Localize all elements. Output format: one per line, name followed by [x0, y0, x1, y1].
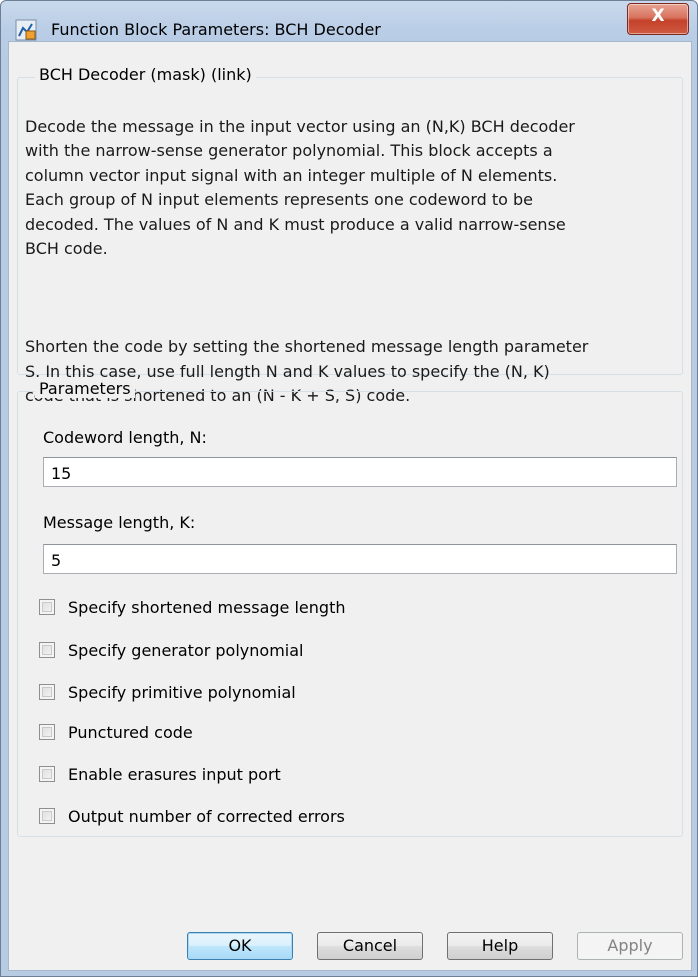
- cancel-button[interactable]: Cancel: [317, 932, 423, 960]
- block-description: Decode the message in the input vector u…: [25, 90, 685, 409]
- close-button[interactable]: X: [627, 3, 689, 35]
- punctured-code-option[interactable]: Punctured code: [39, 723, 639, 745]
- corrected-errors-output-label[interactable]: Output number of corrected errors: [68, 807, 345, 826]
- generator-polynomial-label[interactable]: Specify generator polynomial: [68, 641, 303, 660]
- simulink-block-icon: [15, 19, 37, 41]
- message-length-label: Message length, K:: [43, 513, 196, 532]
- corrected-errors-output-checkbox[interactable]: [39, 808, 55, 824]
- punctured-code-checkbox[interactable]: [39, 724, 55, 740]
- erasures-input-port-checkbox[interactable]: [39, 766, 55, 782]
- primitive-polynomial-checkbox[interactable]: [39, 684, 55, 700]
- parameters-group-title: Parameters: [35, 379, 135, 398]
- erasures-input-port-label[interactable]: Enable erasures input port: [68, 765, 281, 784]
- dialog-window: Function Block Parameters: BCH Decoder X…: [0, 0, 698, 977]
- generator-polynomial-option[interactable]: Specify generator polynomial: [39, 641, 639, 663]
- corrected-errors-output-option[interactable]: Output number of corrected errors: [39, 807, 639, 829]
- erasures-input-port-option[interactable]: Enable erasures input port: [39, 765, 639, 787]
- primitive-polynomial-option[interactable]: Specify primitive polynomial: [39, 683, 639, 705]
- description-group-title: BCH Decoder (mask) (link): [35, 65, 256, 84]
- primitive-polynomial-label[interactable]: Specify primitive polynomial: [68, 683, 296, 702]
- close-icon: X: [651, 6, 665, 26]
- punctured-code-label[interactable]: Punctured code: [68, 723, 193, 742]
- window-title: Function Block Parameters: BCH Decoder: [51, 20, 381, 39]
- generator-polynomial-checkbox[interactable]: [39, 642, 55, 658]
- shortened-message-length-label[interactable]: Specify shortened message length: [68, 598, 345, 617]
- shortened-message-length-option[interactable]: Specify shortened message length: [39, 598, 639, 620]
- codeword-length-input[interactable]: 15: [43, 457, 677, 487]
- shortened-message-length-checkbox[interactable]: [39, 599, 55, 615]
- description-paragraph-1: Decode the message in the input vector u…: [25, 116, 575, 259]
- message-length-input[interactable]: 5: [43, 544, 677, 574]
- codeword-length-label: Codeword length, N:: [43, 428, 207, 447]
- ok-button[interactable]: OK: [187, 932, 293, 960]
- help-button[interactable]: Help: [447, 932, 553, 960]
- apply-button[interactable]: Apply: [577, 932, 683, 960]
